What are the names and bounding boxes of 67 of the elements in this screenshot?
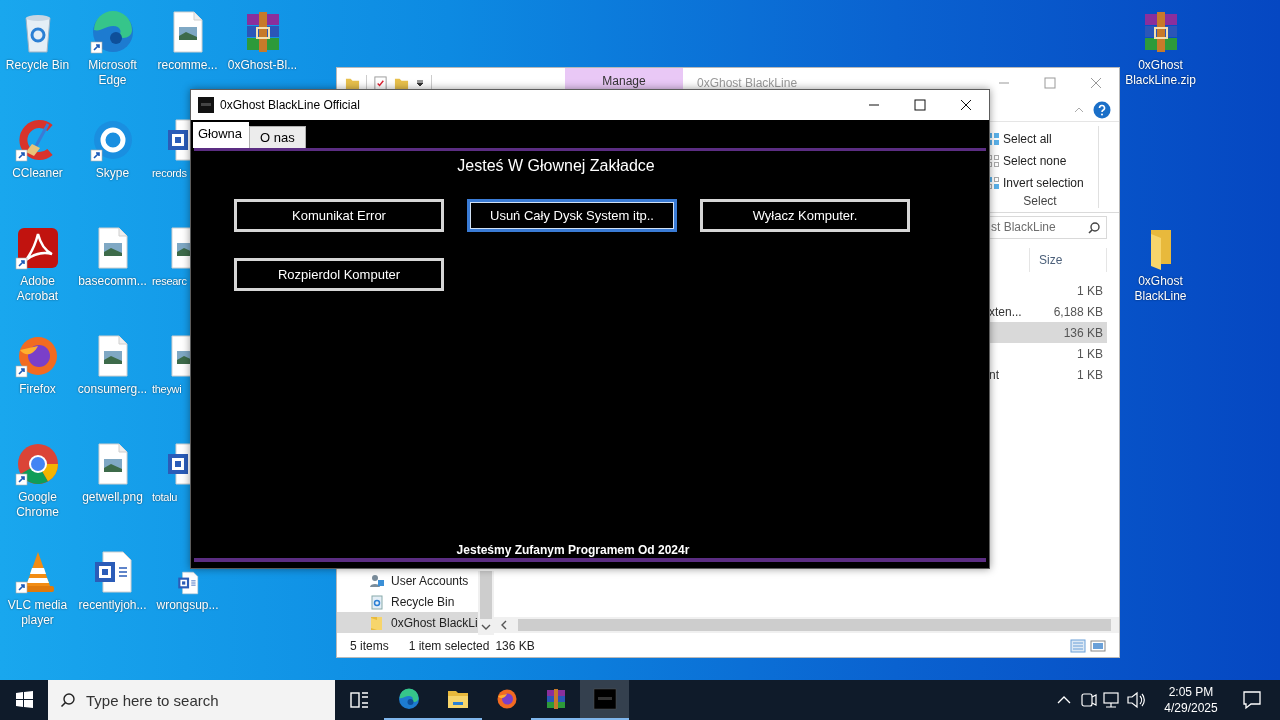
panel-heading: Jesteś W Głownej Zakładce xyxy=(456,157,656,175)
action-button[interactable]: Wyłacz Komputer. xyxy=(700,199,910,232)
desktop-icon-label: VLC media player xyxy=(6,598,69,628)
folder-icon xyxy=(369,614,385,631)
table-cell: 1 KB xyxy=(1077,283,1103,298)
table-cell: 1 KB xyxy=(1077,367,1103,382)
desktop-icon-label: getwell.png xyxy=(81,490,144,505)
desktop-icon-label: records xyxy=(151,166,188,181)
table-cell: 136 KB xyxy=(1063,325,1103,340)
action-button[interactable]: Rozpierdol Komputer xyxy=(234,258,444,291)
desktop-icon-label: 0xGhost BlackLine.zip xyxy=(1124,58,1197,88)
search-field[interactable]: st BlackLine xyxy=(989,215,1107,239)
clock-date[interactable]: 4/29/2025 xyxy=(1164,700,1218,716)
desktop-icon-label: Recycle Bin xyxy=(4,58,71,73)
nav-item[interactable]: User Accounts xyxy=(337,570,478,591)
horizontal-scrollbar[interactable] xyxy=(492,617,1119,633)
desktop-icon-label: wrongsup... xyxy=(155,598,220,613)
desktop-icon-label: consumerg... xyxy=(76,382,149,397)
window-title: 0xGhost BlackLine xyxy=(697,76,798,90)
column-header[interactable]: Size xyxy=(1029,248,1107,272)
table-cell: xten... xyxy=(989,304,1022,319)
desktop-icon-label: CCleaner xyxy=(11,166,64,181)
ribbon-tab[interactable]: Manage xyxy=(565,68,683,89)
desktop-icon-label: Google Chrome xyxy=(15,490,60,520)
dropdown-icon[interactable] xyxy=(415,78,425,88)
desktop-icon-label: Microsoft Edge xyxy=(87,58,138,88)
desktop-icon-label: researc xyxy=(151,274,188,289)
desktop-icon-label: recomme... xyxy=(156,58,219,73)
view-toggle-icon[interactable] xyxy=(1069,638,1109,654)
scroll-thumb[interactable] xyxy=(518,619,1111,631)
status-text: 136 KB xyxy=(495,639,535,653)
desktop-icon-label: basecomm... xyxy=(77,274,148,289)
clock-time[interactable]: 2:05 PM xyxy=(1168,684,1214,700)
action-button[interactable]: Komunikat Error xyxy=(234,199,444,232)
status-text: 5 items xyxy=(350,639,389,653)
ribbon-group-label: Select xyxy=(1022,194,1058,208)
vertical-scrollbar[interactable] xyxy=(477,571,494,635)
action-button[interactable]: Usuń Cały Dysk System itp.. xyxy=(467,199,677,232)
recycle-bin-icon xyxy=(369,593,385,610)
desktop-icon-label: totalu xyxy=(151,490,179,505)
table-cell: 6,188 KB xyxy=(1053,304,1103,319)
desktop-icon-label: theywi xyxy=(151,382,183,397)
taskbar-app-window-icon[interactable] xyxy=(580,680,629,720)
tab[interactable]: O nas xyxy=(249,126,306,148)
table-cell: nt xyxy=(989,367,999,382)
footer-text: Jesteśmy Zufanym Programem Od 2024r xyxy=(455,543,691,557)
users-icon xyxy=(369,572,385,589)
search-icon[interactable] xyxy=(1087,220,1101,235)
help-icon[interactable] xyxy=(1093,100,1111,119)
status-text: 1 item selected xyxy=(408,639,490,653)
desktop-icon-label: recentlyjoh... xyxy=(77,598,148,613)
checklist-icon[interactable] xyxy=(373,75,388,91)
search-icon xyxy=(60,692,76,708)
nav-item[interactable]: Recycle Bin xyxy=(337,591,478,612)
desktop-icon-label: 0xGhost-Bl... xyxy=(226,58,299,73)
tab[interactable]: Głowna xyxy=(193,122,250,148)
desktop-icon-label: 0xGhost BlackLine xyxy=(1133,274,1188,304)
app-icon xyxy=(198,97,214,113)
selected-file-row[interactable]: 136 KB xyxy=(989,322,1107,343)
desktop-icon-label: Skype xyxy=(94,166,131,181)
nav-item[interactable]: 0xGhost BlackLi xyxy=(337,612,478,633)
table-cell: 1 KB xyxy=(1077,346,1103,361)
window-title: 0xGhost BlackLine Official xyxy=(220,98,360,112)
desktop-icon-label: Firefox xyxy=(18,382,57,397)
search-field[interactable]: Type here to search xyxy=(48,680,335,720)
desktop-icon-label: Adobe Acrobat xyxy=(15,274,60,304)
scroll-thumb[interactable] xyxy=(479,571,492,619)
